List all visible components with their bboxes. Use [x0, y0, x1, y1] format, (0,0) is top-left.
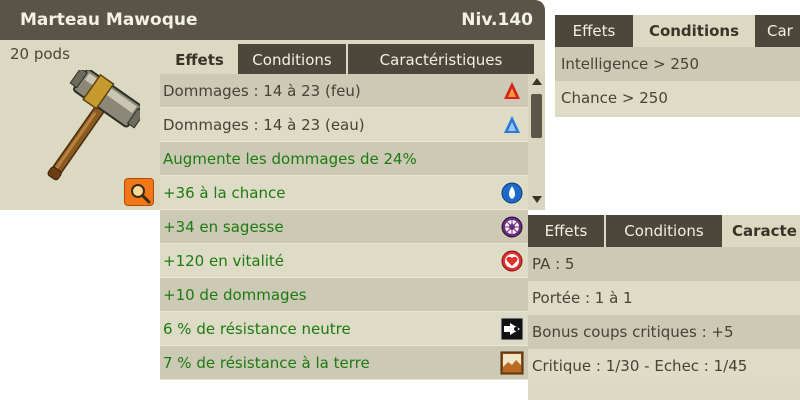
tab-conditions[interactable]: Conditions: [606, 215, 724, 247]
item-tabs: Effets Conditions Caractéristiques: [160, 40, 545, 76]
magnifier-icon: [131, 184, 151, 204]
effect-row: +120 en vitalité: [160, 244, 528, 278]
effect-text: +120 en vitalité: [163, 252, 285, 270]
tab-effects[interactable]: Effets: [528, 215, 606, 247]
tab-characteristics[interactable]: Caractéristiques: [348, 44, 534, 76]
tab-effects[interactable]: Effets: [163, 44, 238, 76]
item-image-pane: 20 pods: [0, 40, 160, 210]
item-title-bar: Marteau Mawoque Niv.140: [0, 0, 545, 40]
item-panel: Marteau Mawoque Niv.140 20 pods Effets C…: [0, 0, 545, 380]
neutral-resistance-icon: [500, 317, 524, 341]
effect-text: 7 % de résistance à la terre: [163, 354, 370, 372]
effect-text: +34 en sagesse: [163, 218, 284, 236]
condition-row: Intelligence > 250: [555, 47, 800, 81]
tab-conditions[interactable]: Conditions: [635, 15, 755, 47]
tab-characteristics[interactable]: Caracte: [724, 215, 800, 247]
effects-scrollbar[interactable]: [528, 74, 545, 210]
scroll-up-arrow-icon[interactable]: [532, 78, 542, 85]
scroll-thumb[interactable]: [531, 94, 542, 138]
characteristics-list: PA : 5 Portée : 1 à 1 Bonus coups critiq…: [528, 247, 800, 383]
effect-text: +36 à la chance: [163, 184, 286, 202]
chance-icon: [501, 182, 523, 204]
characteristic-row: Bonus coups critiques : +5: [528, 315, 800, 349]
tab-conditions[interactable]: Conditions: [238, 44, 348, 76]
effect-text: Augmente les dommages de 24%: [163, 150, 417, 168]
conditions-list: Intelligence > 250 Chance > 250: [555, 47, 800, 115]
effects-list: Dommages : 14 à 23 (feu) Dommages : 14 à…: [160, 74, 528, 380]
effect-row: Dommages : 14 à 23 (eau): [160, 108, 528, 142]
characteristics-tabs: Effets Conditions Caracte: [528, 215, 800, 247]
tab-characteristics[interactable]: Car: [755, 15, 800, 47]
item-name: Marteau Mawoque: [20, 10, 198, 30]
effect-row: +34 en sagesse: [160, 210, 528, 244]
tab-effects[interactable]: Effets: [555, 15, 635, 47]
characteristic-row: Critique : 1/30 - Echec : 1/45: [528, 349, 800, 383]
scroll-down-arrow-icon[interactable]: [532, 196, 542, 203]
condition-row: Chance > 250: [555, 81, 800, 115]
vitality-heart-icon: [501, 250, 523, 272]
characteristic-row: PA : 5: [528, 247, 800, 281]
effect-text: Dommages : 14 à 23 (eau): [163, 116, 365, 134]
characteristics-panel: Effets Conditions Caracte PA : 5 Portée …: [528, 215, 800, 400]
effect-text: Dommages : 14 à 23 (feu): [163, 82, 361, 100]
hammer-icon: [47, 70, 140, 181]
effect-row: 6 % de résistance neutre: [160, 312, 528, 346]
effect-row: Dommages : 14 à 23 (feu): [160, 74, 528, 108]
water-element-icon: [504, 116, 520, 133]
effect-row: Augmente les dommages de 24%: [160, 142, 528, 176]
conditions-tabs: Effets Conditions Car: [555, 15, 800, 47]
characteristic-row: Portée : 1 à 1: [528, 281, 800, 315]
effect-row: +36 à la chance: [160, 176, 528, 210]
effect-row: +10 de dommages: [160, 278, 528, 312]
zoom-button[interactable]: [124, 178, 154, 206]
fire-element-icon: [504, 82, 520, 99]
item-weight: 20 pods: [10, 45, 70, 63]
effect-row: 7 % de résistance à la terre: [160, 346, 528, 380]
conditions-panel: Effets Conditions Car Intelligence > 250…: [555, 15, 800, 117]
earth-resistance-icon: [500, 351, 524, 375]
effect-text: +10 de dommages: [163, 286, 307, 304]
item-level: Niv.140: [461, 10, 533, 30]
effect-text: 6 % de résistance neutre: [163, 320, 351, 338]
wisdom-icon: [501, 216, 523, 238]
